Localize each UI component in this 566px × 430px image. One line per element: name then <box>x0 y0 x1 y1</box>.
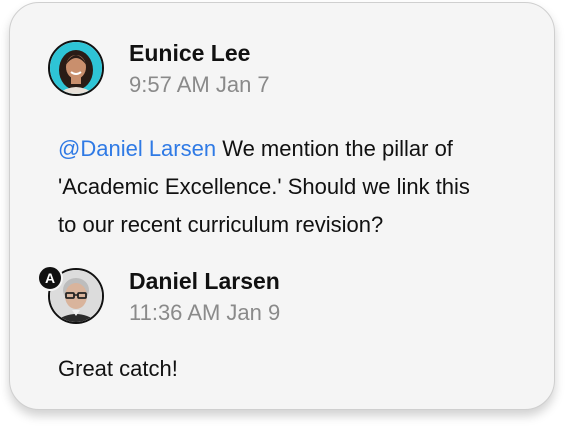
comment-timestamp: 9:57 AM Jan 7 <box>129 72 270 97</box>
comment-timestamp: 11:36 AM Jan 9 <box>129 300 281 325</box>
comment-author: Daniel Larsen <box>129 268 280 294</box>
comment-thread-card: Eunice Lee 9:57 AM Jan 7 @Daniel Larsen … <box>9 2 555 410</box>
user-mention-link[interactable]: @Daniel Larsen <box>58 136 216 161</box>
avatar[interactable] <box>48 40 104 96</box>
comment-text-line: @Daniel Larsen We mention the pillar of <box>58 136 453 162</box>
comment-text-line: 'Academic Excellence.' Should we link th… <box>58 174 470 199</box>
comment-text: We mention the pillar of <box>216 136 453 161</box>
avatar-woman-icon <box>50 42 102 94</box>
admin-badge: A <box>37 265 63 291</box>
comment-text-line: Great catch! <box>58 356 178 381</box>
comment-text-line: to our recent curriculum revision? <box>58 212 384 237</box>
comment-author: Eunice Lee <box>129 40 251 66</box>
